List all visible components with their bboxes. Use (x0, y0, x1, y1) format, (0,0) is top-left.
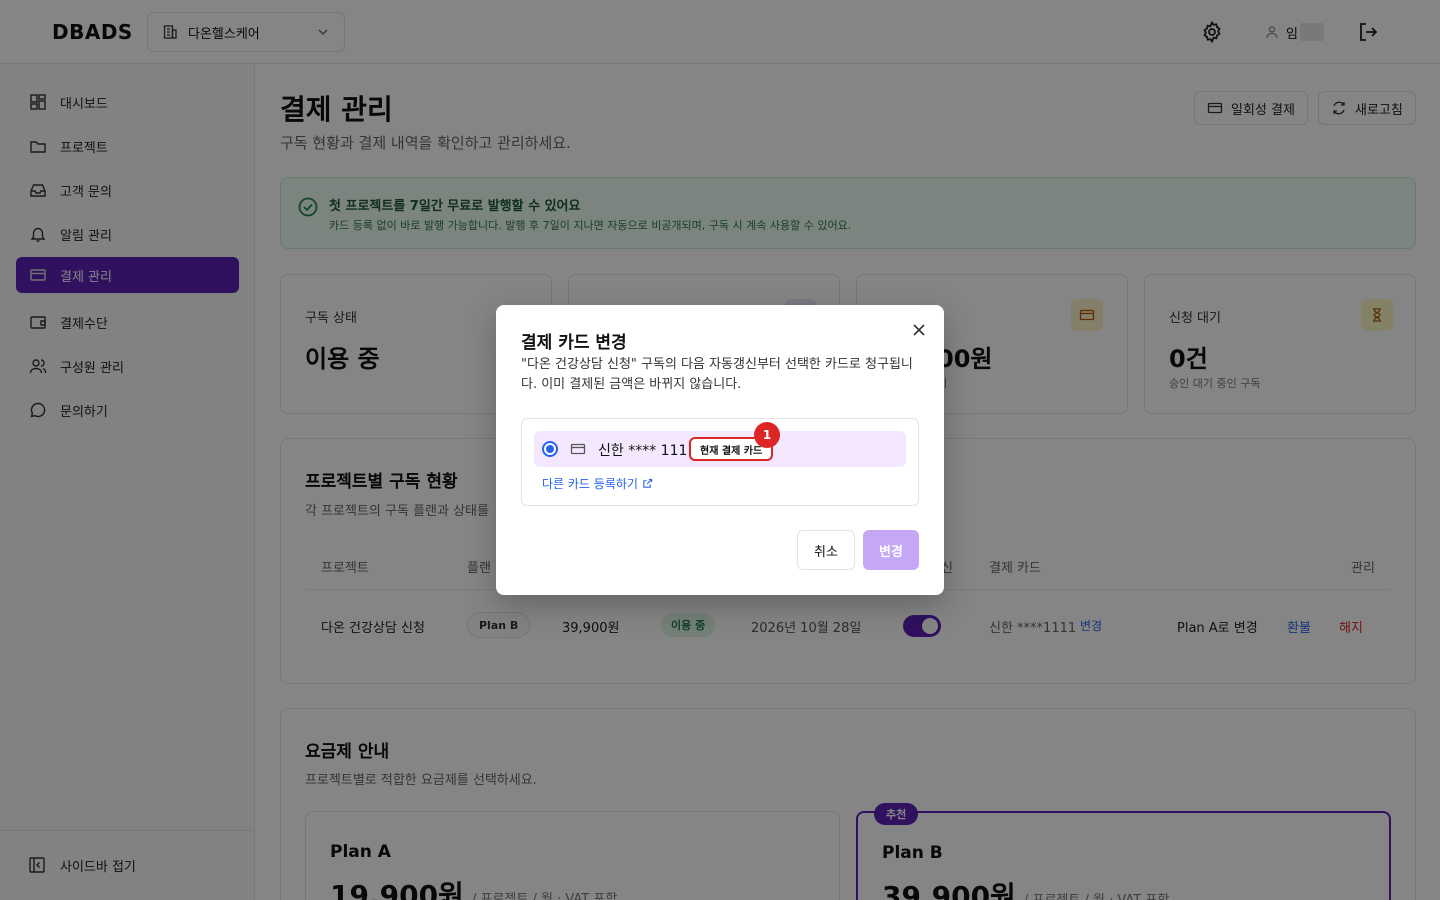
card-radio[interactable] (542, 441, 558, 457)
card-list: 신한 **** 1111 현재 결제 카드 다른 카드 등록하기 (521, 418, 919, 506)
confirm-change-button[interactable]: 변경 (863, 530, 919, 570)
card-option[interactable]: 신한 **** 1111 현재 결제 카드 (534, 431, 906, 467)
modal-description: "다온 건강상담 신청" 구독의 다음 자동갱신부터 선택한 카드로 청구됩니다… (521, 357, 913, 392)
add-card-link[interactable]: 다른 카드 등록하기 (542, 475, 653, 492)
change-card-modal: 결제 카드 변경 "다온 건강상담 신청" 구독의 다음 자동갱신부터 선택한 … (496, 305, 944, 595)
external-link-icon (642, 478, 653, 489)
credit-card-icon (570, 441, 586, 461)
card-name: 신한 **** 1111 (598, 443, 697, 459)
cancel-button[interactable]: 취소 (797, 530, 855, 570)
add-card-label: 다른 카드 등록하기 (542, 477, 638, 491)
modal-title: 결제 카드 변경 (521, 333, 627, 353)
close-icon[interactable] (910, 321, 928, 339)
step-number-badge: 1 (754, 422, 780, 448)
